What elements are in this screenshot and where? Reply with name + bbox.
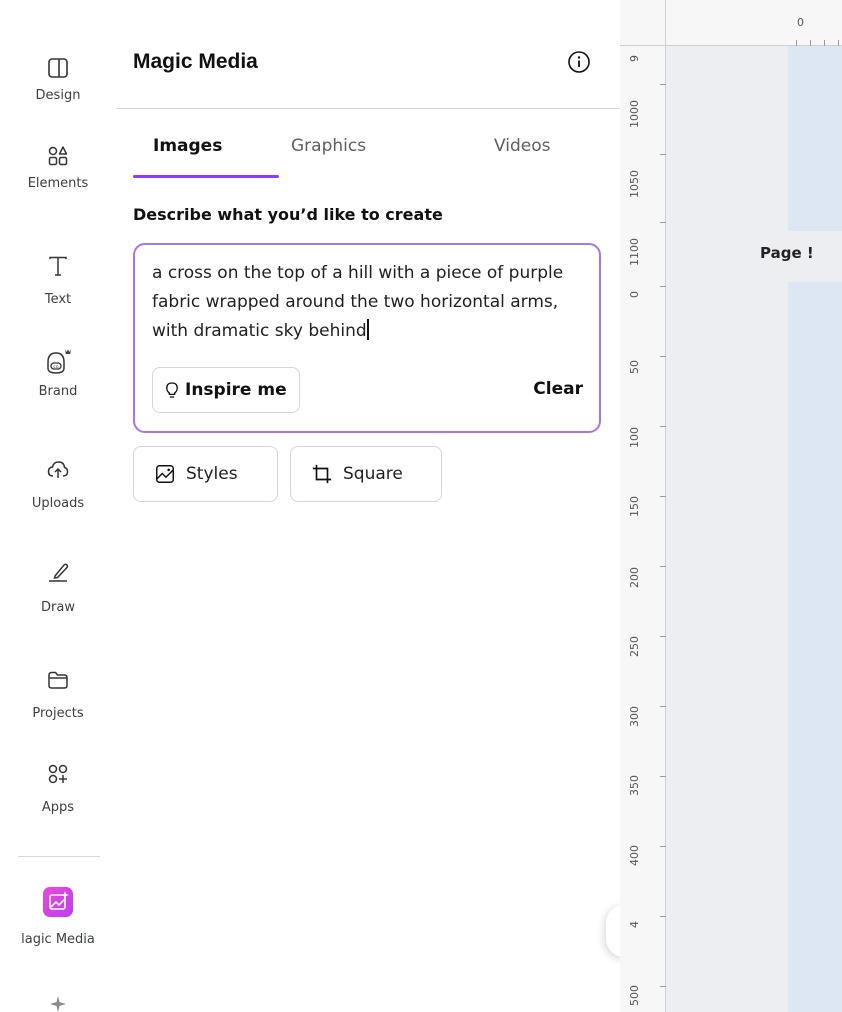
crop-icon xyxy=(312,464,332,484)
vertical-ruler: 9 1000 1050 1100 0 50 100 150 200 250 30… xyxy=(620,0,666,1012)
ruler-label: 100 xyxy=(628,427,641,448)
sidebar-item-elements[interactable]: Elements xyxy=(0,144,116,191)
left-sidebar: Design Elements Text co Brand Uploads Dr… xyxy=(0,0,116,1012)
ruler-label: 350 xyxy=(628,775,641,796)
ruler-tick xyxy=(660,356,666,357)
ruler-tick xyxy=(810,40,811,46)
ruler-tick xyxy=(660,986,666,987)
page-sheet[interactable] xyxy=(788,282,842,1012)
lightbulb-icon xyxy=(166,382,178,398)
ruler-label: 500 xyxy=(628,985,641,1006)
page-label: Page ! xyxy=(760,244,814,262)
sidebar-item-brand[interactable]: co Brand xyxy=(0,348,116,399)
sidebar-item-magic-media[interactable]: lagic Media xyxy=(0,887,116,947)
active-tab-indicator xyxy=(133,175,279,178)
sidebar-item-apps[interactable]: Apps xyxy=(0,762,116,815)
aspect-ratio-button[interactable]: Square xyxy=(290,446,442,502)
ruler-label: 0 xyxy=(628,291,641,298)
shapes-icon xyxy=(48,146,68,166)
prompt-label: Describe what you’d like to create xyxy=(133,205,443,224)
sidebar-item-more[interactable] xyxy=(0,992,116,1012)
sidebar-item-text[interactable]: Text xyxy=(0,254,116,307)
folder-icon xyxy=(48,671,68,689)
magic-media-panel: Magic Media Images Graphics Videos Descr… xyxy=(116,0,646,1012)
ruler-label: 1050 xyxy=(628,170,641,198)
ruler-label: 150 xyxy=(628,496,641,517)
sidebar-item-uploads[interactable]: Uploads xyxy=(0,458,116,511)
image-style-icon xyxy=(156,465,174,483)
magic-media-icon xyxy=(43,887,73,917)
sidebar-item-label: Brand xyxy=(38,384,78,399)
header-divider xyxy=(116,108,620,109)
ruler-tick xyxy=(660,84,666,85)
ruler-tick xyxy=(660,636,666,637)
inspire-me-button[interactable]: Inspire me xyxy=(152,367,300,413)
ruler-tick xyxy=(660,566,666,567)
ruler-tick xyxy=(660,286,666,287)
clear-button[interactable]: Clear xyxy=(533,379,583,399)
ruler-label: 1100 xyxy=(628,238,641,266)
brand-icon: co xyxy=(47,349,71,374)
text-icon xyxy=(49,256,67,276)
sidebar-divider xyxy=(18,856,100,857)
ruler-tick xyxy=(660,496,666,497)
svg-text:co: co xyxy=(53,365,58,370)
pen-icon xyxy=(49,563,69,582)
page-sheet[interactable] xyxy=(788,46,842,231)
styles-button[interactable]: Styles xyxy=(133,446,278,502)
layout-icon xyxy=(48,58,68,78)
ruler-label: 400 xyxy=(628,845,641,866)
panel-title: Magic Media xyxy=(133,50,258,73)
ruler-tick xyxy=(660,846,666,847)
ruler-corner xyxy=(620,0,666,46)
ruler-tick xyxy=(660,222,666,223)
tab-graphics[interactable]: Graphics xyxy=(291,136,366,156)
ruler-tick xyxy=(824,40,825,46)
sidebar-item-label: Projects xyxy=(32,706,84,721)
sparkle-icon xyxy=(50,996,66,1012)
sidebar-item-label: Design xyxy=(35,88,81,103)
prompt-text-wrapper: a cross on the top of a hill with a piec… xyxy=(152,259,582,346)
ruler-tick xyxy=(660,426,666,427)
apps-icon xyxy=(48,764,68,784)
sidebar-item-draw[interactable]: Draw xyxy=(0,560,116,615)
ruler-tick xyxy=(796,40,797,46)
sidebar-item-projects[interactable]: Projects xyxy=(0,668,116,721)
styles-label: Styles xyxy=(186,464,238,484)
aspect-ratio-label: Square xyxy=(343,464,403,484)
ruler-tick xyxy=(660,776,666,777)
tab-videos[interactable]: Videos xyxy=(494,136,551,156)
prompt-text: a cross on the top of a hill with a piec… xyxy=(152,263,564,341)
prompt-textarea[interactable]: a cross on the top of a hill with a piec… xyxy=(133,243,601,433)
tab-images[interactable]: Images xyxy=(153,136,222,156)
cloud-upload-icon xyxy=(47,461,69,478)
sidebar-item-label: lagic Media xyxy=(21,932,95,947)
ruler-label: 0 xyxy=(797,16,804,29)
sidebar-item-label: Apps xyxy=(41,800,75,815)
design-canvas[interactable]: Page ! 0 9 1000 1050 1100 0 50 100 150 2… xyxy=(620,0,842,1012)
sidebar-item-design[interactable]: Design xyxy=(0,56,116,103)
ruler-label: 1000 xyxy=(628,100,641,128)
inspire-me-label: Inspire me xyxy=(185,380,287,400)
sidebar-item-label: Text xyxy=(44,292,72,307)
sidebar-item-label: Uploads xyxy=(31,496,85,511)
ruler-label: 300 xyxy=(628,706,641,727)
ruler-tick xyxy=(660,916,666,917)
ruler-label: 9 xyxy=(628,55,641,62)
text-caret xyxy=(366,319,369,340)
ruler-tick xyxy=(838,40,839,46)
ruler-label: 250 xyxy=(628,636,641,657)
sidebar-item-label: Elements xyxy=(27,176,89,191)
ruler-tick xyxy=(660,706,666,707)
info-icon[interactable] xyxy=(567,50,591,74)
ruler-label: 4 xyxy=(628,921,641,928)
ruler-label: 50 xyxy=(628,360,641,374)
ruler-tick xyxy=(660,154,666,155)
sidebar-item-label: Draw xyxy=(41,600,75,615)
ruler-label: 200 xyxy=(628,567,641,588)
